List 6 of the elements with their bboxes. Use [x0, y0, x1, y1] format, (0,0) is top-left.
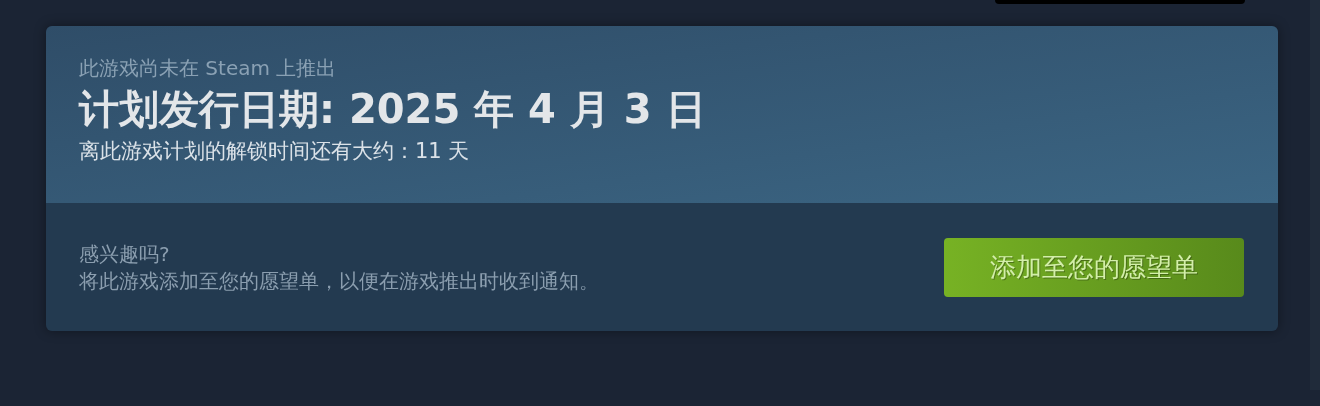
countdown-text: 离此游戏计划的解锁时间还有大约：11 天 [79, 138, 470, 165]
interest-question: 感兴趣吗? [79, 241, 170, 268]
notice-text: 此游戏尚未在 Steam 上推出 [79, 55, 337, 82]
add-to-wishlist-button[interactable]: 添加至您的愿望单 [944, 237, 1244, 297]
release-date-heading: 计划发行日期: 2025 年 4 月 3 日 [79, 85, 706, 134]
wishlist-description: 将此游戏添加至您的愿望单，以便在游戏推出时收到通知。 [79, 268, 599, 295]
